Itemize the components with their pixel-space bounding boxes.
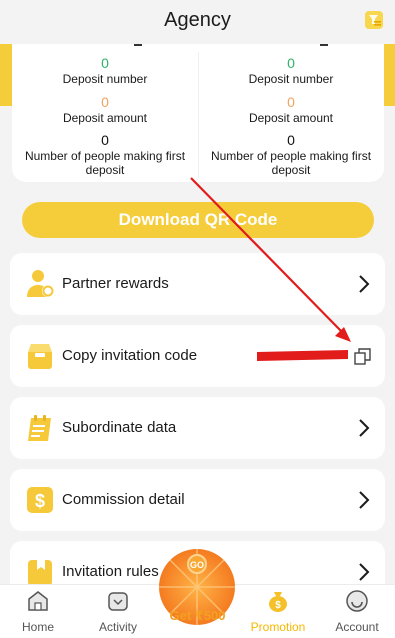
copy-icon[interactable]: [354, 348, 371, 365]
clipboard-icon: [28, 415, 51, 441]
page-title: Agency: [164, 9, 231, 31]
first-deposit-value: 0: [287, 132, 295, 148]
nav-item-label: Home: [21, 620, 54, 634]
chevron-right-icon: [359, 275, 370, 293]
nav-item-label: Activity: [98, 620, 137, 634]
nav-item-activity[interactable]: Activity: [83, 589, 153, 634]
deposit-number-label: Deposit number: [62, 72, 148, 86]
nav-item-home[interactable]: Home: [3, 589, 73, 634]
report-icon[interactable]: [362, 8, 386, 32]
first-deposit-label: Number of people making first deposit: [210, 149, 372, 177]
first-deposit-label: Number of people making first deposit: [24, 149, 186, 177]
partner-icon: [27, 270, 54, 297]
truncated-mark: [320, 44, 328, 46]
deposit-amount-value: 0: [287, 94, 295, 110]
download-qr-button[interactable]: Download QR Code: [22, 202, 374, 238]
svg-text:GO: GO: [190, 560, 204, 570]
menu-item-commission-detail[interactable]: $ Commission detail: [10, 469, 385, 531]
deposit-number-label: Deposit number: [248, 72, 334, 86]
deposit-amount-value: 0: [101, 94, 109, 110]
stats-card: 0 Deposit number 0 Deposit amount 0 Numb…: [12, 44, 384, 182]
menu-item-label: Partner rewards: [62, 275, 169, 292]
gift-icon: [108, 592, 128, 611]
inbox-icon: [28, 344, 52, 369]
first-deposit-value: 0: [101, 132, 109, 148]
nav-item-label: Promotion: [250, 620, 306, 634]
menu-item-label: Copy invitation code: [62, 347, 198, 364]
profile-icon: [346, 590, 368, 612]
menu-item-subordinate-data[interactable]: Subordinate data: [10, 397, 385, 459]
nav-item-promotion[interactable]: $ Promotion: [243, 589, 313, 634]
menu-item-label: Subordinate data: [62, 419, 177, 436]
nav-item-label: Account: [335, 620, 379, 634]
dollar-icon: $: [27, 487, 53, 513]
menu-item-copy-invitation-code[interactable]: Copy invitation code: [10, 325, 385, 387]
svg-text:$: $: [275, 600, 281, 611]
deposit-number-value: 0: [287, 55, 295, 71]
chevron-right-icon: [359, 491, 370, 509]
home-icon: [28, 591, 48, 611]
menu-item-label: Invitation rules: [62, 563, 159, 580]
deposit-amount-label: Deposit amount: [248, 111, 334, 125]
deposit-number-value: 0: [101, 55, 109, 71]
header: Agency: [0, 0, 395, 44]
menu-item-partner-rewards[interactable]: Partner rewards: [10, 253, 385, 315]
chevron-right-icon: [359, 419, 370, 437]
money-bag-icon: $: [269, 592, 287, 612]
deposit-amount-label: Deposit amount: [62, 111, 148, 125]
spin-reward-label[interactable]: Get ₹500: [150, 608, 245, 624]
nav-item-account[interactable]: Account: [322, 589, 392, 634]
truncated-mark: [134, 44, 142, 46]
svg-text:$: $: [35, 491, 45, 511]
chevron-right-icon: [359, 563, 370, 581]
menu-item-label: Commission detail: [62, 491, 185, 508]
